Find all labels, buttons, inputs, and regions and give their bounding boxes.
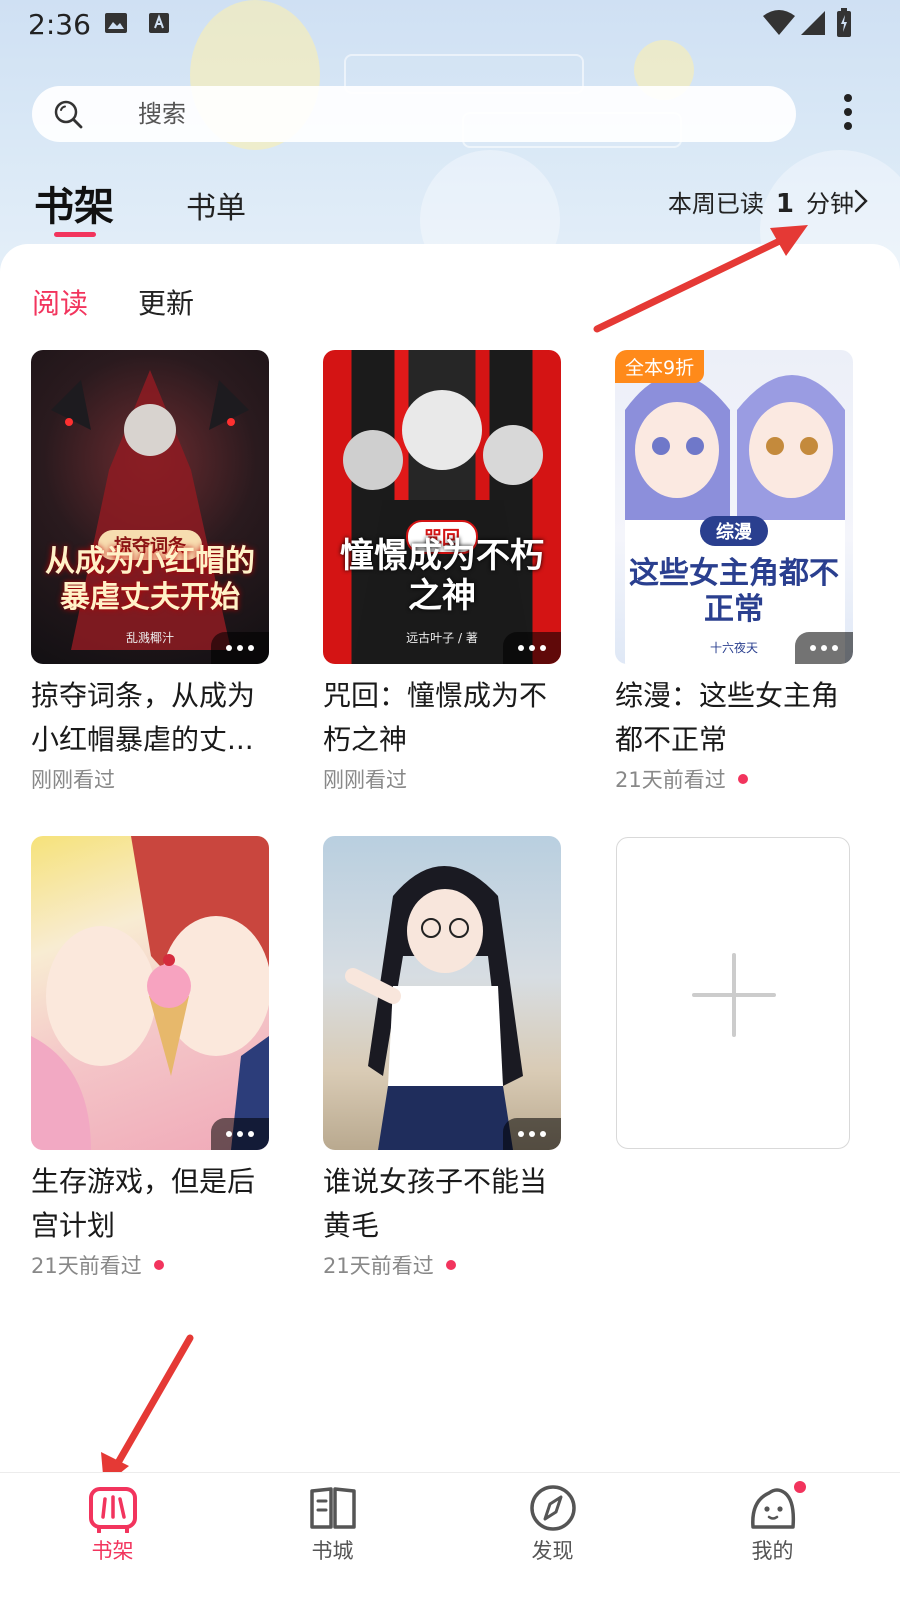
- status-bar: 2:36: [0, 0, 900, 50]
- book-item[interactable]: 全本9折 综漫 这些女主角都不正常 十六夜天 综漫：这些女主角都不正常 21天前…: [615, 350, 853, 794]
- nav-label: 书城: [311, 1539, 354, 1563]
- last-read-time: 21天前看过: [615, 768, 726, 792]
- image-icon: [105, 13, 127, 33]
- cover-art: [31, 836, 269, 1150]
- book-cover[interactable]: 全本9折 综漫 这些女主角都不正常 十六夜天: [615, 350, 853, 664]
- cover-art: [343, 390, 543, 664]
- bottom-nav: 书架 书城 发现 我的: [0, 1472, 900, 1600]
- book-title[interactable]: 掠夺词条，从成为小红帽暴虐的丈...: [31, 674, 271, 762]
- book-title[interactable]: 咒回：憧憬成为不朽之神: [323, 674, 563, 762]
- nav-bookshelf[interactable]: 书架: [0, 1473, 225, 1600]
- nav-profile[interactable]: 我的: [660, 1473, 885, 1600]
- book-item[interactable]: 咒回 憧憬成为不朽之神 远古叶子 / 著 咒回：憧憬成为不朽之神 刚刚看过: [323, 350, 561, 794]
- add-book-button[interactable]: [616, 837, 850, 1149]
- book-item[interactable]: 谁说女孩子不能当黄毛 21天前看过: [323, 836, 561, 1280]
- subtab-reading[interactable]: 阅读: [32, 282, 88, 322]
- book-title[interactable]: 生存游戏，但是后宫计划: [31, 1160, 271, 1248]
- signal-icon: [801, 11, 825, 35]
- book-cover[interactable]: 咒回 憧憬成为不朽之神 远古叶子 / 著: [323, 350, 561, 664]
- text-input-icon: [149, 13, 169, 33]
- book-cover[interactable]: [323, 836, 561, 1150]
- nav-label: 我的: [751, 1539, 794, 1563]
- profile-icon: [750, 1488, 795, 1529]
- more-icon[interactable]: [795, 632, 853, 664]
- weekly-reading-time[interactable]: 本周已读 1 分钟: [668, 184, 854, 219]
- book-item[interactable]: 生存游戏，但是后宫计划 21天前看过: [31, 836, 269, 1280]
- tab-bookshelf[interactable]: 书架: [34, 174, 114, 232]
- nav-label: 书架: [91, 1539, 134, 1563]
- notification-badge: [794, 1481, 806, 1493]
- wifi-icon: [763, 10, 795, 35]
- cover-art: [51, 370, 249, 650]
- update-dot: [153, 1260, 164, 1270]
- search-input[interactable]: [138, 86, 738, 142]
- promo-badge: 全本9折: [615, 350, 705, 383]
- cover-art: [345, 866, 523, 1150]
- book-title[interactable]: 谁说女孩子不能当黄毛: [323, 1160, 563, 1248]
- nav-label: 发现: [531, 1539, 574, 1563]
- plus-icon: [692, 953, 776, 1037]
- weekly-unit: 分钟: [806, 190, 854, 218]
- book-title[interactable]: 综漫：这些女主角都不正常: [615, 674, 855, 762]
- battery-icon: [837, 8, 851, 37]
- book-status: 21天前看过: [31, 1250, 269, 1280]
- last-read-time: 21天前看过: [31, 1254, 142, 1278]
- status-time: 2:36: [28, 8, 91, 41]
- nav-bookstore[interactable]: 书城: [220, 1473, 445, 1600]
- cover-tag: 综漫: [700, 516, 768, 546]
- more-icon[interactable]: [503, 632, 561, 664]
- last-read-time: 刚刚看过: [31, 768, 115, 792]
- compass-icon: [529, 1485, 576, 1531]
- update-dot: [445, 1260, 456, 1270]
- book-status: 刚刚看过: [31, 764, 269, 794]
- search-icon: [54, 100, 83, 129]
- book-store-icon: [309, 1487, 356, 1529]
- last-read-time: 刚刚看过: [323, 768, 407, 792]
- cover-title: 这些女主角都不正常: [629, 556, 839, 627]
- nav-discover[interactable]: 发现: [440, 1473, 665, 1600]
- bookshelf-icon: [88, 1487, 137, 1533]
- chevron-right-icon[interactable]: [852, 188, 870, 214]
- subtab-updates[interactable]: 更新: [138, 282, 194, 322]
- weekly-value: 1: [775, 189, 794, 219]
- more-icon[interactable]: [211, 632, 269, 664]
- book-cover[interactable]: [31, 836, 269, 1150]
- book-item[interactable]: 掠夺词条 从成为小红帽的暴虐丈夫开始 乱溅椰汁 掠夺词条，从成为小红帽暴虐的丈.…: [31, 350, 269, 794]
- last-read-time: 21天前看过: [323, 1254, 434, 1278]
- cover-title: 从成为小红帽的暴虐丈夫开始: [45, 544, 255, 615]
- book-status: 21天前看过: [615, 764, 853, 794]
- cover-title: 憧憬成为不朽之神: [340, 536, 544, 616]
- search-bar[interactable]: [32, 86, 796, 142]
- tab-indicator: [54, 232, 96, 237]
- book-status: 刚刚看过: [323, 764, 561, 794]
- book-status: 21天前看过: [323, 1250, 561, 1280]
- more-icon[interactable]: [503, 1118, 561, 1150]
- weekly-label: 本周已读: [667, 190, 764, 218]
- more-options-icon[interactable]: [836, 94, 860, 134]
- update-dot: [737, 774, 748, 784]
- more-icon[interactable]: [211, 1118, 269, 1150]
- tab-booklist[interactable]: 书单: [186, 183, 246, 227]
- book-cover[interactable]: 掠夺词条 从成为小红帽的暴虐丈夫开始 乱溅椰汁: [31, 350, 269, 664]
